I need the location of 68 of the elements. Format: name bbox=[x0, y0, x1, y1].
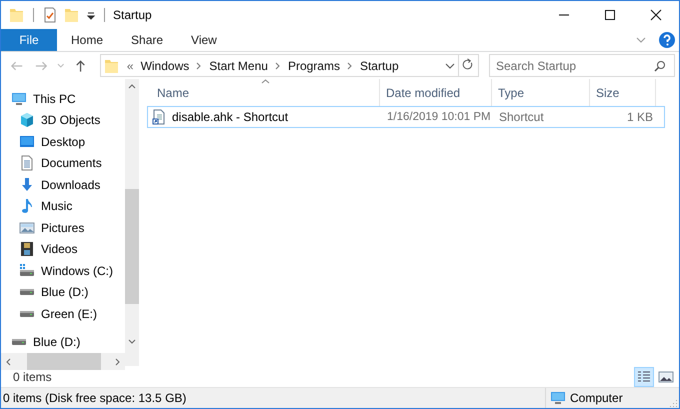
monitor-icon bbox=[11, 90, 27, 107]
search-icon[interactable] bbox=[654, 60, 666, 72]
sidebar-item[interactable]: This PC bbox=[1, 88, 125, 110]
monitor-icon bbox=[550, 390, 566, 406]
scroll-up-icon[interactable] bbox=[128, 83, 136, 91]
music-note-icon bbox=[19, 198, 35, 214]
scroll-right-icon[interactable] bbox=[113, 358, 121, 366]
horizontal-scrollbar[interactable] bbox=[1, 353, 125, 370]
help-icon[interactable] bbox=[659, 32, 675, 48]
folder-icon bbox=[104, 58, 120, 74]
drive-icon bbox=[20, 289, 34, 296]
document-icon bbox=[19, 155, 35, 172]
drive-icon bbox=[12, 339, 26, 346]
type-cell-text: Shortcut bbox=[498, 109, 545, 126]
overflow-chevron[interactable]: « bbox=[126, 58, 134, 72]
size-cell-text: 1 KB bbox=[626, 109, 654, 126]
drive-icon bbox=[20, 310, 34, 317]
column-header[interactable]: Type bbox=[492, 79, 590, 106]
column-header[interactable]: Date modified bbox=[380, 79, 492, 106]
details-view-icon[interactable] bbox=[634, 366, 654, 386]
sidebar-item[interactable]: Downloads bbox=[1, 174, 125, 196]
ribbon-tab[interactable]: Share bbox=[117, 29, 178, 51]
sidebar-item[interactable]: Windows (C:) bbox=[1, 260, 125, 282]
chevron-right-icon bbox=[196, 62, 202, 70]
breadcrumb[interactable]: Windows bbox=[140, 58, 190, 72]
refresh-icon[interactable] bbox=[459, 54, 479, 77]
breadcrumb[interactable]: Start Menu bbox=[209, 58, 268, 72]
status-text: 0 items (Disk free space: 13.5 GB) bbox=[3, 391, 186, 405]
sidebar-item[interactable]: Videos bbox=[1, 238, 125, 260]
column-header[interactable]: Size bbox=[590, 79, 656, 106]
search-field[interactable]: Search Startup bbox=[489, 54, 675, 77]
folder-icon bbox=[9, 7, 25, 23]
file-name: disable.ahk - Shortcut bbox=[172, 110, 288, 124]
sidebar-item[interactable]: 3D Objects bbox=[1, 110, 125, 131]
sidebar-item[interactable]: Music bbox=[1, 196, 125, 217]
chevron-right-icon bbox=[346, 62, 353, 70]
ribbon-tab[interactable]: View bbox=[177, 29, 231, 51]
drive-icon bbox=[19, 262, 35, 279]
chevron-right-icon bbox=[274, 62, 281, 70]
sidebar-item[interactable]: Green (E:) bbox=[1, 303, 125, 324]
film-icon bbox=[19, 241, 35, 258]
properties-icon[interactable] bbox=[42, 7, 58, 23]
sidebar-item[interactable]: Blue (D:) bbox=[1, 332, 125, 353]
ribbon-tab[interactable]: File bbox=[1, 29, 57, 51]
address-bar[interactable]: « Windows Start Menu Programs Startup bbox=[100, 54, 460, 77]
picture-icon bbox=[19, 220, 35, 236]
breadcrumb[interactable]: Programs bbox=[288, 58, 340, 72]
zone-label: Computer bbox=[570, 391, 623, 405]
file-row[interactable]: disable.ahk - Shortcut 1/16/2019 10:01 PM Shortcut 1 KB bbox=[147, 106, 665, 128]
column-header[interactable]: Name bbox=[151, 79, 380, 106]
resize-grip-icon bbox=[670, 399, 678, 407]
desktop-icon bbox=[19, 134, 35, 150]
vertical-scrollbar[interactable] bbox=[125, 79, 139, 349]
sidebar-item[interactable]: Desktop bbox=[1, 131, 125, 152]
cube-icon bbox=[19, 112, 35, 128]
scroll-left-icon[interactable] bbox=[5, 358, 13, 366]
item-count: 0 items bbox=[13, 370, 52, 384]
date-cell-text: 1/16/2019 10:01 PM bbox=[386, 110, 492, 125]
sidebar-item[interactable]: Documents bbox=[1, 152, 125, 174]
sidebar-item[interactable]: Pictures bbox=[1, 217, 125, 238]
shortcut-file-icon bbox=[151, 109, 167, 125]
window-title: Startup bbox=[113, 8, 153, 22]
scroll-down-icon[interactable] bbox=[128, 337, 136, 345]
breadcrumb[interactable]: Startup bbox=[360, 58, 399, 72]
chevron-down-icon[interactable] bbox=[445, 60, 456, 70]
sidebar-item[interactable]: Blue (D:) bbox=[1, 282, 125, 303]
ribbon-tab[interactable]: Home bbox=[57, 29, 118, 51]
download-icon bbox=[19, 176, 35, 193]
